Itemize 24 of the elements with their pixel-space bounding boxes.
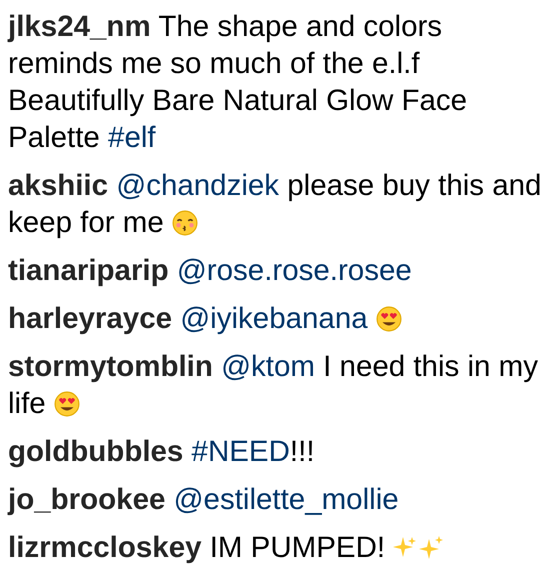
- heart-eyes-face-icon: [376, 306, 402, 332]
- mention-link[interactable]: @rose.rose.rosee: [176, 254, 412, 287]
- kissing-face-icon: [172, 210, 198, 236]
- mention-link[interactable]: @iyikebanana: [180, 302, 368, 335]
- comment-text: lizrmccloskey IM PUMPED!: [8, 529, 550, 566]
- comment-text: stormytomblin @ktom I need this in my life: [8, 349, 539, 422]
- hashtag-link[interactable]: #NEED: [192, 435, 290, 468]
- username-link[interactable]: stormytomblin: [8, 350, 213, 383]
- username-link[interactable]: lizrmccloskey: [8, 531, 202, 564]
- username-link[interactable]: akshiic: [8, 169, 108, 202]
- sparkles-icon: [393, 535, 446, 561]
- hashtag-link[interactable]: #elf: [108, 121, 156, 154]
- comment-text: jlks24_nm The shape and colors reminds me so much of the e.l.f Beautifully Bare Natural Glow Face Palette #elf: [8, 9, 468, 156]
- username-link[interactable]: jlks24_nm: [8, 10, 151, 43]
- username-link[interactable]: tianariparip: [8, 254, 169, 287]
- username-link[interactable]: harleyrayce: [8, 302, 172, 335]
- username-link[interactable]: jo_brookee: [8, 483, 166, 516]
- mention-link[interactable]: @ktom: [221, 350, 315, 383]
- username-link[interactable]: goldbubbles: [8, 435, 184, 468]
- mention-link[interactable]: @estilette_mollie: [174, 483, 399, 516]
- mention-link[interactable]: @chandziek: [116, 169, 280, 202]
- heart-eyes-face-icon: [54, 391, 80, 417]
- comment-text: akshiic @chandziek please buy this and keep for me: [8, 168, 542, 241]
- comment-text: goldbubbles #NEED!!!: [8, 434, 316, 470]
